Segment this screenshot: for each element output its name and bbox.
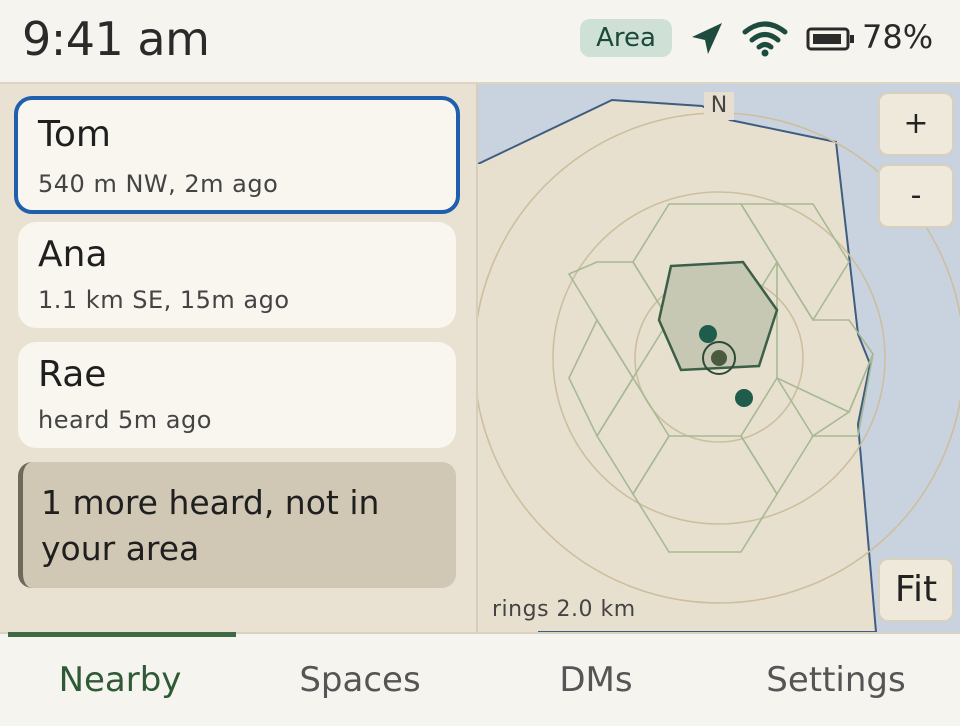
area-mode-badge[interactable]: Area <box>580 19 672 57</box>
person-detail: 540 m NW, 2m ago <box>38 170 279 198</box>
person-card-rae[interactable]: Rae heard 5m ago <box>18 342 456 448</box>
person-card-tom[interactable]: Tom 540 m NW, 2m ago <box>14 96 460 214</box>
person-name: Ana <box>38 234 108 275</box>
tab-settings[interactable]: Settings <box>712 634 960 722</box>
tab-label: Nearby <box>58 660 182 700</box>
person-detail: heard 5m ago <box>38 406 212 434</box>
active-tab-indicator <box>8 632 236 637</box>
bottom-tab-bar: Nearby Spaces DMs Settings <box>0 632 960 722</box>
zoom-in-button[interactable]: + <box>878 92 954 156</box>
person-name: Tom <box>38 114 111 155</box>
more-heard-text: 1 more heard, not in your area <box>41 483 380 568</box>
nearby-list: Tom 540 m NW, 2m ago Ana 1.1 km SE, 15m … <box>0 84 476 632</box>
wifi-icon <box>742 21 788 57</box>
zoom-out-button[interactable]: - <box>878 164 954 228</box>
you-marker <box>711 350 727 366</box>
fit-button[interactable]: Fit <box>878 558 954 622</box>
person-name: Rae <box>38 354 107 395</box>
clock: 9:41 am <box>22 12 210 66</box>
tab-dms[interactable]: DMs <box>480 634 712 722</box>
compass-north: N <box>704 92 734 120</box>
map-view[interactable]: N + - Fit rings 2.0 km <box>476 84 960 632</box>
more-heard-notice[interactable]: 1 more heard, not in your area <box>18 462 456 588</box>
tab-spaces[interactable]: Spaces <box>240 634 480 722</box>
tab-nearby[interactable]: Nearby <box>0 632 240 722</box>
peer-dot-tom <box>699 325 717 343</box>
battery-icon <box>806 27 854 51</box>
location-arrow-icon <box>692 23 722 54</box>
person-detail: 1.1 km SE, 15m ago <box>38 286 290 314</box>
tab-label: Spaces <box>299 660 421 700</box>
battery-percent: 78% <box>862 18 934 56</box>
peer-dot-ana <box>735 389 753 407</box>
person-card-ana[interactable]: Ana 1.1 km SE, 15m ago <box>18 222 456 328</box>
tab-label: DMs <box>559 660 633 700</box>
scale-label: rings 2.0 km <box>492 597 636 622</box>
status-bar: 9:41 am Area 78% <box>0 0 960 84</box>
tab-label: Settings <box>766 660 906 700</box>
